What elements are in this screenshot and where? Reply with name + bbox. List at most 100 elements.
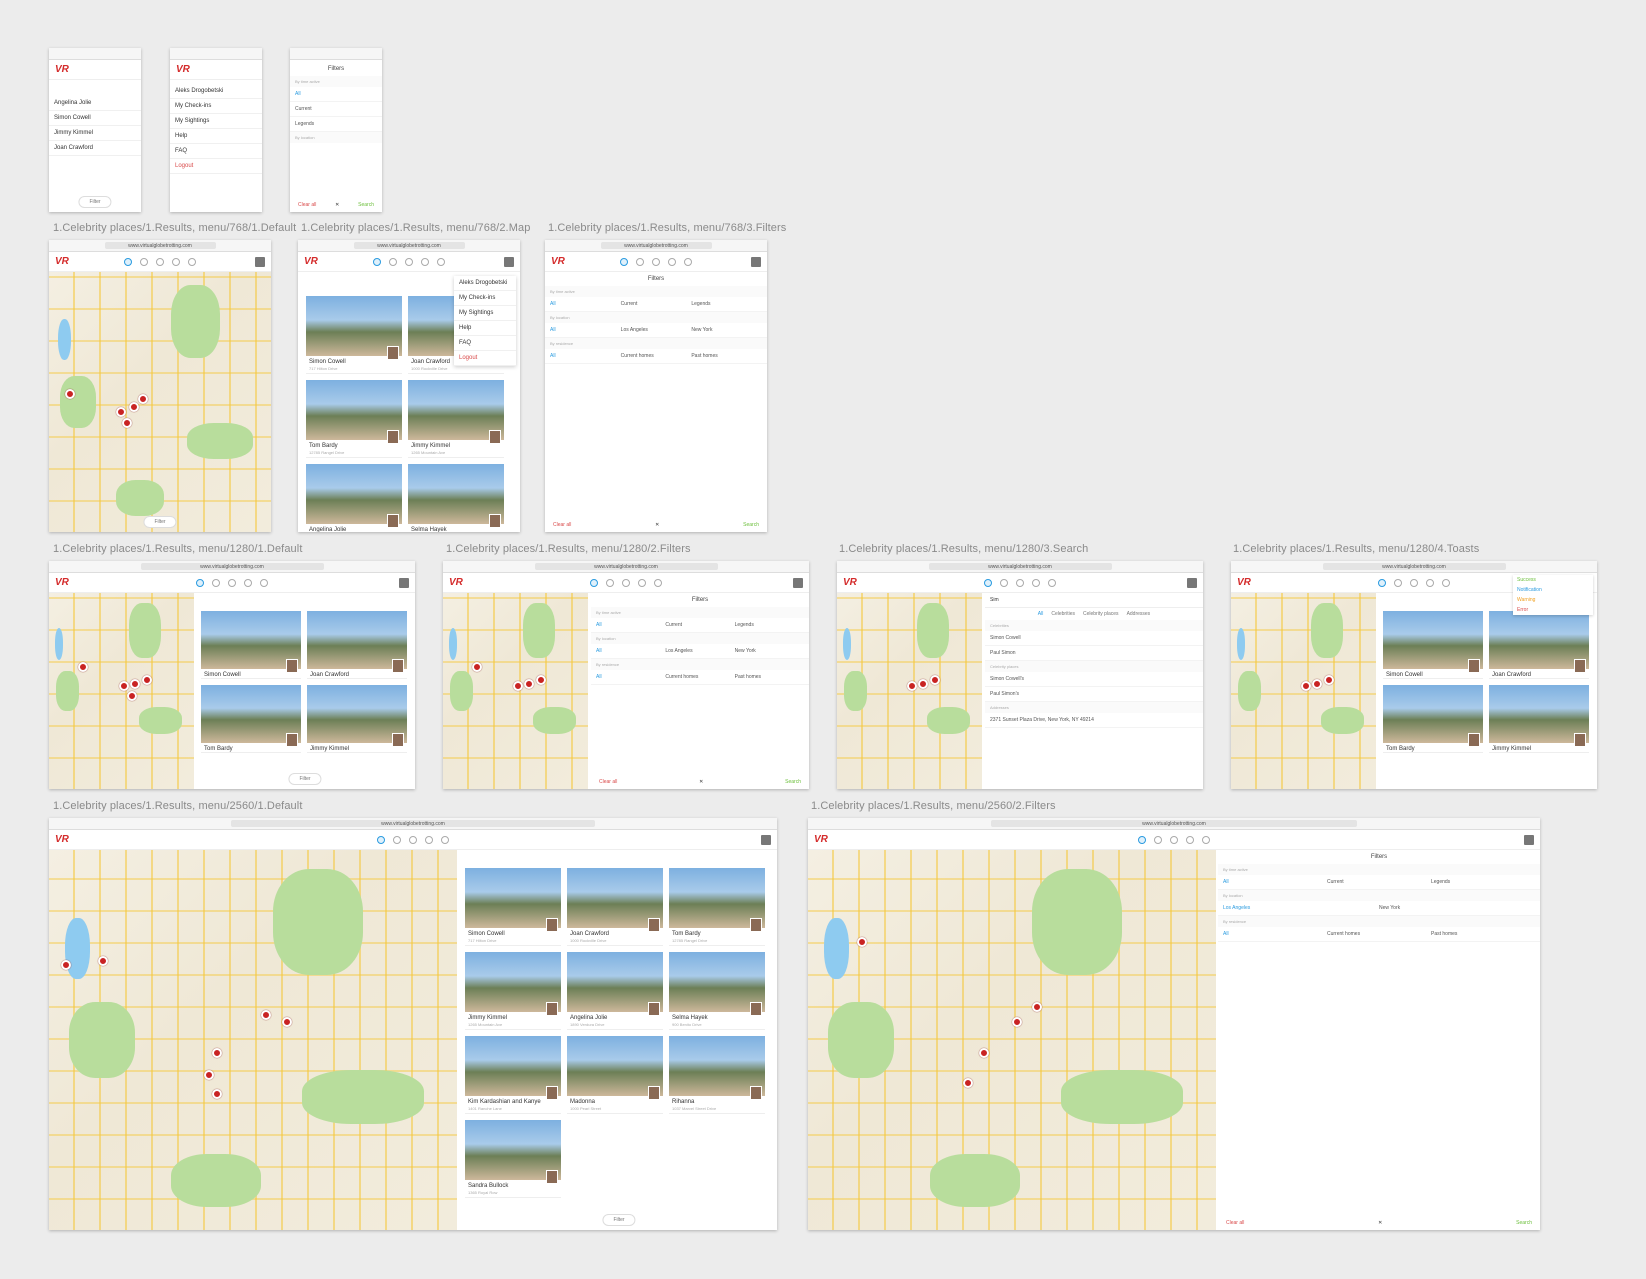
search-result[interactable]: Paul Simon's [985, 687, 1203, 702]
shield-icon[interactable] [1186, 835, 1194, 844]
globe-icon[interactable] [124, 257, 132, 266]
globe-icon[interactable] [1138, 835, 1146, 844]
chat-icon[interactable] [405, 257, 413, 266]
heart-icon[interactable] [212, 578, 220, 587]
result-card[interactable]: Selma Hayek 900 Benito Drive [669, 952, 765, 1030]
result-card[interactable]: Jimmy Kimmel 1265 Mountain Ave [465, 952, 561, 1030]
globe-icon[interactable] [377, 835, 385, 844]
list-icon[interactable] [1202, 835, 1210, 844]
map-pin[interactable] [130, 679, 141, 690]
map[interactable] [808, 850, 1216, 1230]
clear-all-button[interactable]: Clear all [1226, 1220, 1244, 1226]
tab-addresses[interactable]: Addresses [1127, 611, 1151, 617]
map[interactable] [1231, 593, 1376, 789]
result-card[interactable]: Jimmy Kimmel [307, 685, 407, 753]
result-card[interactable]: Joan Crawford [1489, 611, 1589, 679]
filter-row[interactable]: All Los Angeles New York [591, 644, 809, 659]
map-pin[interactable] [78, 661, 88, 672]
shield-icon[interactable] [638, 578, 646, 587]
filter-row[interactable]: All Current Legends [545, 297, 767, 312]
map-pin[interactable] [929, 675, 940, 686]
list-icon[interactable] [1442, 578, 1450, 587]
avatar[interactable] [255, 256, 265, 267]
result-card[interactable]: Madonna 1000 Pearl Street [567, 1036, 663, 1114]
map-pin[interactable] [204, 1070, 215, 1081]
toast-notification[interactable]: Notification [1513, 585, 1593, 595]
filter-option[interactable]: Legends [290, 117, 382, 132]
map-pin[interactable] [1312, 679, 1323, 690]
menu-item[interactable]: My Sightings [454, 306, 516, 321]
close-icon[interactable]: ✕ [335, 202, 339, 208]
filter-button[interactable]: Filter [143, 516, 177, 528]
menu-user-name[interactable]: Aleks Drogobetski [454, 276, 516, 291]
result-card[interactable]: Simon Cowell 717 Hilton Drive [306, 296, 402, 374]
search-button[interactable]: Search [1516, 1220, 1532, 1226]
chat-icon[interactable] [652, 257, 660, 266]
heart-icon[interactable] [1154, 835, 1162, 844]
menu-item[interactable]: FAQ [454, 336, 516, 351]
chat-icon[interactable] [1410, 578, 1418, 587]
map-pin[interactable] [64, 389, 75, 399]
menu-item[interactable]: My Sightings [170, 114, 262, 129]
tab-celebrity-places[interactable]: Celebrity places [1083, 611, 1119, 617]
result-card[interactable]: Tom Bardy 12785 Rangel Drive [669, 868, 765, 946]
list-icon[interactable] [260, 578, 268, 587]
map-pin[interactable] [127, 691, 138, 701]
clear-all-button[interactable]: Clear all [599, 779, 617, 785]
globe-icon[interactable] [620, 257, 628, 266]
filter-row[interactable]: All Current homes Past homes [545, 349, 767, 364]
filter-button[interactable]: Filter [288, 773, 322, 785]
close-icon[interactable]: ✕ [655, 522, 659, 528]
map-pin[interactable] [856, 937, 867, 948]
map-pin[interactable] [963, 1078, 974, 1088]
shield-icon[interactable] [172, 257, 180, 266]
filter-button[interactable]: Filter [78, 196, 112, 208]
filter-row[interactable]: All Current homes Past homes [591, 670, 809, 685]
avatar[interactable] [1187, 577, 1197, 588]
list-item[interactable]: Jimmy Kimmel [49, 126, 141, 141]
clear-all-button[interactable]: Clear all [553, 522, 571, 528]
shield-icon[interactable] [421, 257, 429, 266]
chat-icon[interactable] [1016, 578, 1024, 587]
list-item[interactable]: Simon Cowell [49, 111, 141, 126]
toast-warning[interactable]: Warning [1513, 595, 1593, 605]
chat-icon[interactable] [228, 578, 236, 587]
map-pin[interactable] [141, 675, 152, 686]
logo[interactable]: VR [55, 64, 69, 75]
menu-item[interactable]: My Check-ins [170, 99, 262, 114]
logo[interactable]: VR [176, 64, 190, 75]
map-pin[interactable] [281, 1017, 292, 1028]
result-card[interactable]: Angelina Jolie [306, 464, 402, 532]
map-pin[interactable] [535, 675, 546, 686]
menu-item[interactable]: Help [454, 321, 516, 336]
filter-button[interactable]: Filter [602, 1214, 636, 1226]
map-pin[interactable] [918, 679, 929, 690]
search-result[interactable]: Paul Simon [985, 646, 1203, 661]
chat-icon[interactable] [1170, 835, 1178, 844]
map-pin[interactable] [1032, 1002, 1043, 1012]
map-pin[interactable] [212, 1089, 223, 1100]
map-pin[interactable] [97, 956, 108, 967]
avatar[interactable] [1524, 834, 1534, 845]
avatar[interactable] [761, 834, 771, 845]
close-icon[interactable]: ✕ [1378, 1220, 1382, 1226]
result-card[interactable]: Tom Bardy 12785 Rangel Drive [306, 380, 402, 458]
result-card[interactable]: Jimmy Kimmel [1489, 685, 1589, 753]
result-card[interactable]: Joan Crawford [307, 611, 407, 679]
result-card[interactable]: Selma Hayek [408, 464, 504, 532]
result-card[interactable]: Tom Bardy [201, 685, 301, 753]
logo[interactable]: VR [1237, 577, 1251, 588]
map-pin[interactable] [122, 417, 133, 428]
search-button[interactable]: Search [743, 522, 759, 528]
close-icon[interactable]: ✕ [699, 779, 703, 785]
search-result[interactable]: Simon Cowell's [985, 672, 1203, 687]
shield-icon[interactable] [1032, 578, 1040, 587]
map-pin[interactable] [128, 402, 139, 412]
list-icon[interactable] [654, 578, 662, 587]
map[interactable] [837, 593, 982, 789]
map[interactable] [49, 272, 271, 532]
menu-item[interactable]: My Check-ins [454, 291, 516, 306]
menu-item[interactable]: Help [170, 129, 262, 144]
url-bar[interactable]: www.virtualglobetrotting.com [1322, 563, 1506, 570]
map-pin[interactable] [118, 681, 129, 692]
